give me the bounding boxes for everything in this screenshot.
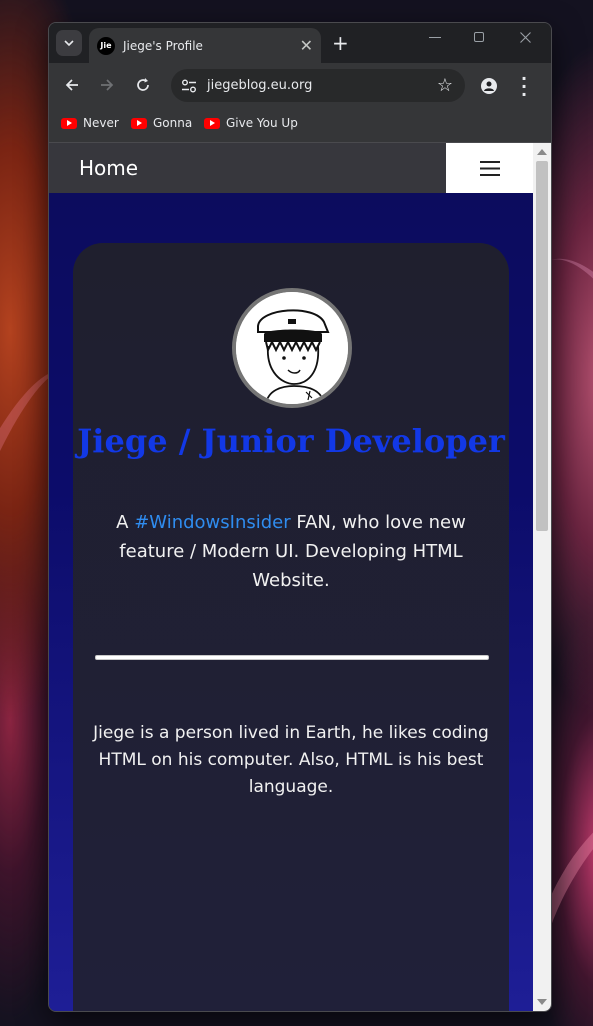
close-window-icon[interactable] <box>520 32 531 43</box>
profile-card: Jiege / Junior Developer A #WindowsInsid… <box>73 243 509 1011</box>
youtube-icon <box>131 117 147 129</box>
address-bar[interactable]: jiegeblog.eu.org ☆ <box>171 69 465 102</box>
reload-icon[interactable] <box>135 77 151 93</box>
bookmark-item[interactable]: Never <box>61 116 119 130</box>
about-text: Jiege is a person lived in Earth, he lik… <box>93 723 489 797</box>
scrollbar[interactable] <box>533 143 551 1011</box>
hamburger-menu-button[interactable] <box>446 143 533 193</box>
menu-icon <box>479 160 500 176</box>
bookmark-item[interactable]: Give You Up <box>204 116 298 130</box>
youtube-icon <box>204 117 220 129</box>
divider <box>95 655 489 660</box>
bookmarks-bar: Never Gonna Give You Up <box>49 108 551 143</box>
maximize-icon[interactable] <box>474 32 485 43</box>
back-arrow-icon[interactable] <box>64 77 80 93</box>
bookmark-label: Never <box>83 116 119 130</box>
bookmark-label: Give You Up <box>226 116 298 130</box>
new-tab-button[interactable]: + <box>332 32 349 54</box>
more-menu-icon[interactable]: · · · <box>521 71 527 103</box>
profile-icon[interactable] <box>481 78 497 94</box>
bio-prefix: A <box>116 512 135 533</box>
chevron-down-icon <box>64 40 74 47</box>
title-bar: Jie Jiege's Profile ✕ + <box>49 23 551 63</box>
forward-arrow-icon[interactable] <box>99 77 115 93</box>
bookmark-star-icon[interactable]: ☆ <box>437 75 453 96</box>
browser-toolbar: jiegeblog.eu.org ☆ · · · <box>49 63 551 108</box>
scroll-down-arrow-icon[interactable] <box>537 999 547 1005</box>
close-tab-icon[interactable]: ✕ <box>300 37 313 54</box>
tab-search-button[interactable] <box>56 30 82 56</box>
youtube-icon <box>61 117 77 129</box>
scrollbar-thumb[interactable] <box>536 161 548 531</box>
avatar <box>232 288 352 408</box>
url-text[interactable]: jiegeblog.eu.org <box>207 78 437 93</box>
scroll-up-arrow-icon[interactable] <box>537 149 547 155</box>
tab-title: Jiege's Profile <box>123 38 203 53</box>
site-favicon: Jie <box>97 36 115 55</box>
hashtag-link[interactable]: #WindowsInsider <box>134 512 290 533</box>
bookmark-item[interactable]: Gonna <box>131 116 192 130</box>
browser-window: Jie Jiege's Profile ✕ + jiegeblog.eu.org… <box>48 22 552 1012</box>
site-navbar: Home <box>49 143 533 193</box>
site-settings-icon[interactable] <box>179 76 199 96</box>
page-viewport: Home Jiege / Junior Developer A #Windows… <box>49 143 533 1011</box>
bio-text: A #WindowsInsider FAN, who love new feat… <box>91 508 491 595</box>
browser-tab[interactable]: Jie Jiege's Profile ✕ <box>89 28 321 63</box>
home-link[interactable]: Home <box>79 156 138 180</box>
page-title: Jiege / Junior Developer <box>77 422 505 460</box>
bookmark-label: Gonna <box>153 116 193 130</box>
minimize-icon[interactable] <box>429 37 441 39</box>
